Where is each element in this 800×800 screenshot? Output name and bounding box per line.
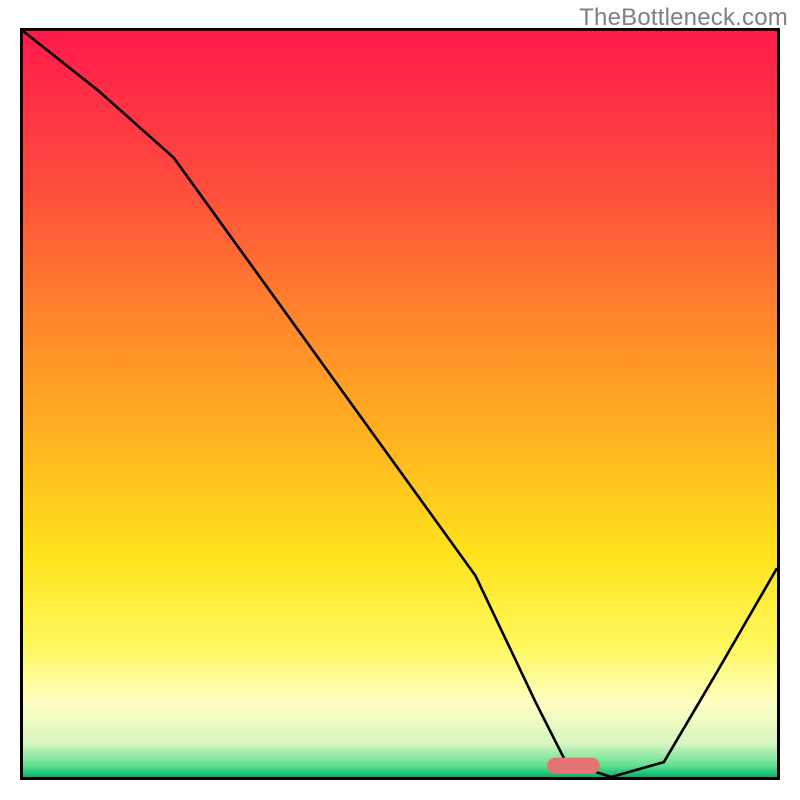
watermark-text: TheBottleneck.com <box>579 4 788 32</box>
chart-stage: TheBottleneck.com <box>0 0 800 800</box>
background-gradient <box>23 31 777 777</box>
plot-area <box>20 28 780 780</box>
